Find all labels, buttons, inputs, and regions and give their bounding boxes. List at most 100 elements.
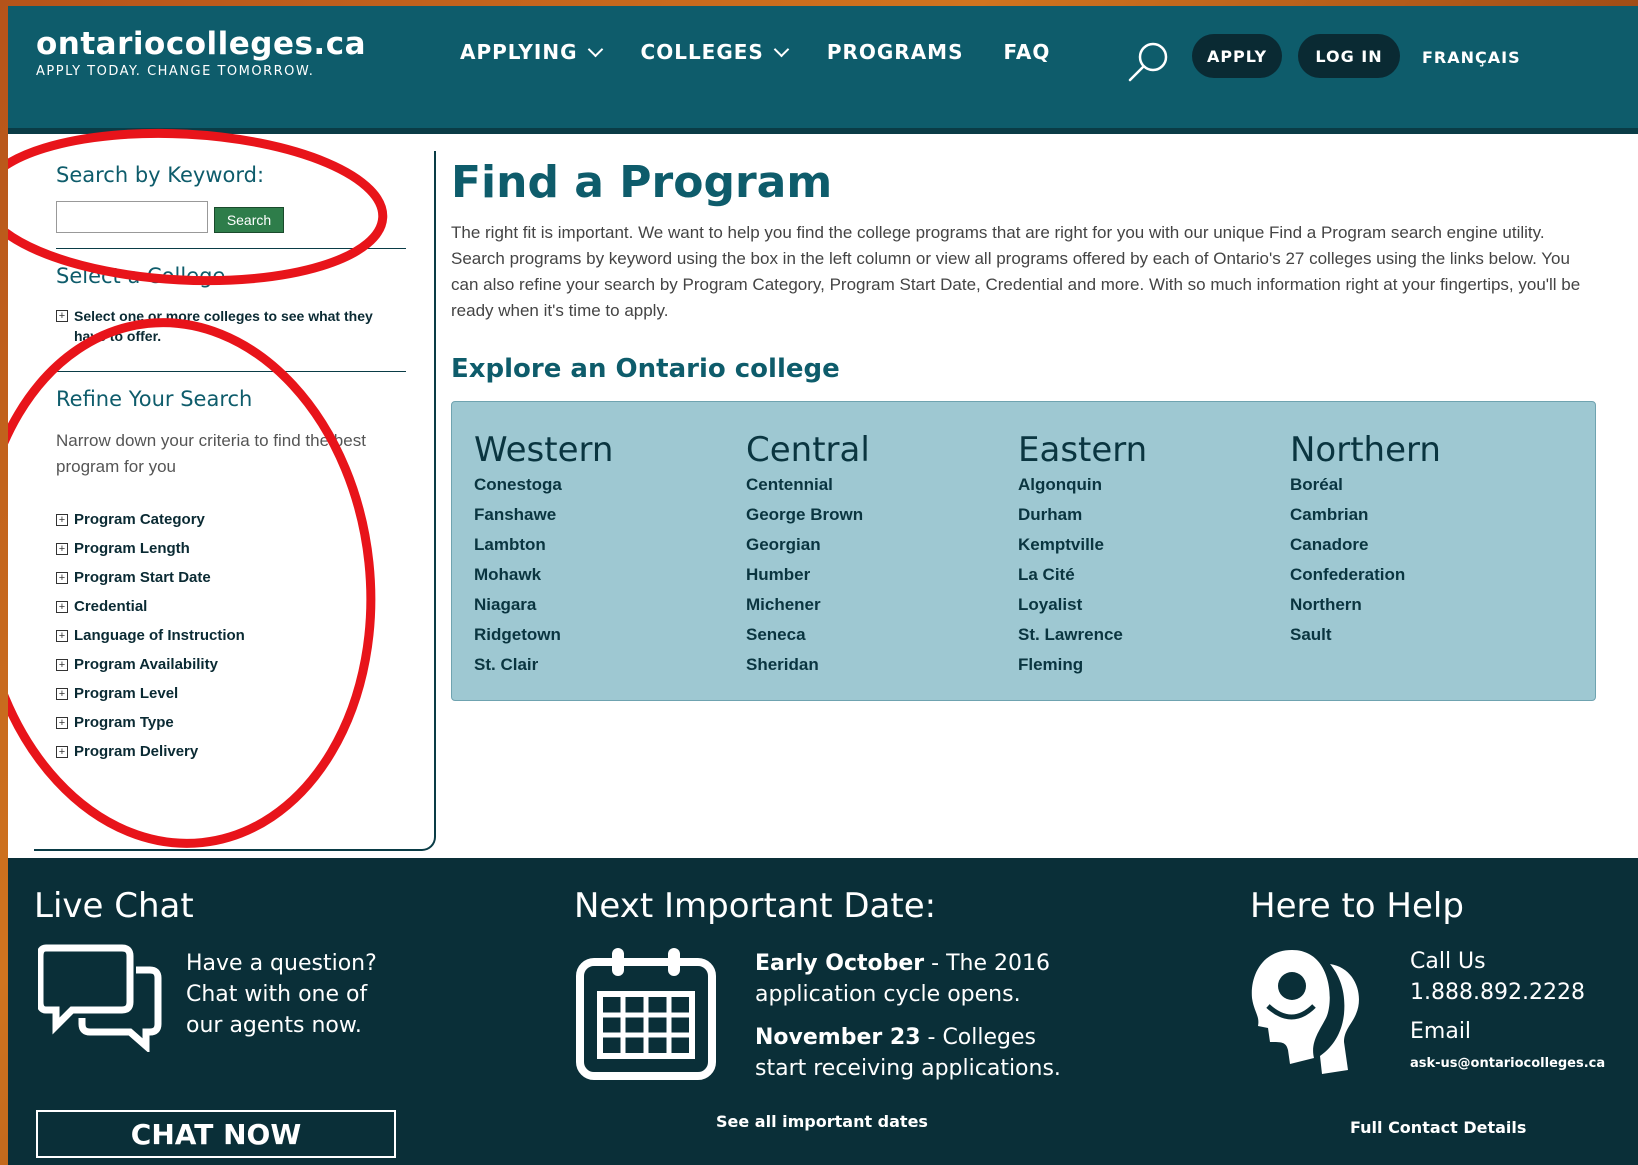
- filter-label: Program Start Date: [74, 569, 211, 586]
- see-all-dates-link[interactable]: See all important dates: [716, 1112, 928, 1131]
- college-link[interactable]: Cambrian: [1290, 500, 1562, 530]
- nav-programs[interactable]: PROGRAMS: [827, 40, 964, 64]
- region-panel: Western Conestoga Fanshawe Lambton Mohaw…: [451, 401, 1596, 701]
- filter-label: Program Availability: [74, 656, 218, 673]
- date-entry-1: Early October - The 2016 application cyc…: [755, 948, 1075, 1010]
- chat-now-button[interactable]: CHAT NOW: [36, 1110, 396, 1158]
- date-1-label: Early October: [755, 951, 925, 976]
- college-link[interactable]: Durham: [1018, 500, 1290, 530]
- site-footer: Live Chat Have a question? Chat with one…: [8, 858, 1638, 1165]
- college-link[interactable]: George Brown: [746, 500, 1018, 530]
- college-link[interactable]: Canadore: [1290, 530, 1562, 560]
- region-title: Northern: [1290, 430, 1441, 470]
- filter-program-start-date[interactable]: + Program Start Date: [56, 563, 245, 592]
- help-title: Here to Help: [1250, 886, 1464, 926]
- expand-icon: +: [56, 513, 68, 526]
- select-college-title: Select a College: [56, 264, 226, 288]
- college-link[interactable]: Ridgetown: [474, 620, 746, 650]
- expand-icon: +: [56, 658, 68, 671]
- filter-program-delivery[interactable]: + Program Delivery: [56, 737, 245, 766]
- college-link[interactable]: Niagara: [474, 590, 746, 620]
- phone-number[interactable]: 1.888.892.2228: [1410, 977, 1585, 1008]
- college-link[interactable]: Sheridan: [746, 650, 1018, 680]
- expand-icon: +: [56, 629, 68, 642]
- page-title: Find a Program: [451, 157, 833, 208]
- refine-search-title: Refine Your Search: [56, 387, 253, 411]
- nav-faq[interactable]: FAQ: [1004, 40, 1051, 64]
- region-eastern: Eastern Algonquin Durham Kemptville La C…: [1018, 430, 1290, 700]
- region-western: Western Conestoga Fanshawe Lambton Mohaw…: [474, 430, 746, 700]
- college-link[interactable]: Northern: [1290, 590, 1562, 620]
- keyword-input[interactable]: [56, 201, 208, 233]
- college-link[interactable]: Sault: [1290, 620, 1562, 650]
- call-us-label: Call Us: [1410, 949, 1486, 974]
- expand-icon: +: [56, 571, 68, 584]
- college-link[interactable]: Conestoga: [474, 470, 746, 500]
- page-intro: The right fit is important. We want to h…: [451, 223, 1581, 320]
- filter-label: Program Delivery: [74, 743, 199, 760]
- college-link[interactable]: Fleming: [1018, 650, 1290, 680]
- college-link[interactable]: Fanshawe: [474, 500, 746, 530]
- site-header: ontariocolleges.ca APPLY TODAY. CHANGE T…: [8, 6, 1638, 134]
- filter-program-availability[interactable]: + Program Availability: [56, 650, 245, 679]
- chat-description: Have a question? Chat with one of our ag…: [186, 951, 377, 1038]
- region-title: Central: [746, 430, 870, 470]
- logo-tagline: APPLY TODAY. CHANGE TOMORROW.: [36, 64, 315, 79]
- college-link[interactable]: Michener: [746, 590, 1018, 620]
- live-chat-title: Live Chat: [34, 886, 194, 926]
- college-link[interactable]: Georgian: [746, 530, 1018, 560]
- refine-search-subtitle: Narrow down your criteria to find the be…: [56, 431, 366, 476]
- region-central: Central Centennial George Brown Georgian…: [746, 430, 1018, 700]
- college-link[interactable]: Seneca: [746, 620, 1018, 650]
- site-logo[interactable]: ontariocolleges.ca APPLY TODAY. CHANGE T…: [36, 26, 366, 79]
- college-link[interactable]: St. Lawrence: [1018, 620, 1290, 650]
- filter-label: Credential: [74, 598, 148, 615]
- filter-credential[interactable]: + Credential: [56, 592, 245, 621]
- keyword-search-title: Search by Keyword:: [56, 163, 265, 187]
- college-link[interactable]: Mohawk: [474, 560, 746, 590]
- college-link[interactable]: Centennial: [746, 470, 1018, 500]
- chat-icon: [38, 944, 162, 1052]
- filter-program-level[interactable]: + Program Level: [56, 679, 245, 708]
- search-icon[interactable]: [1124, 38, 1172, 86]
- college-link[interactable]: Lambton: [474, 530, 746, 560]
- date-2-label: November 23: [755, 1025, 921, 1050]
- expand-icon: +: [56, 600, 68, 613]
- nav-applying[interactable]: APPLYING: [460, 40, 603, 64]
- filter-label: Program Level: [74, 685, 179, 702]
- filter-list: + Program Category + Program Length + Progr…: [56, 505, 245, 766]
- login-button[interactable]: LOG IN: [1298, 34, 1400, 78]
- language-toggle[interactable]: FRANÇAIS: [1422, 48, 1521, 67]
- college-link[interactable]: La Cité: [1018, 560, 1290, 590]
- email-address[interactable]: ask-us@ontariocolleges.ca: [1410, 1056, 1605, 1071]
- nav-applying-label: APPLYING: [460, 40, 578, 64]
- college-link[interactable]: Kemptville: [1018, 530, 1290, 560]
- chevron-down-icon: [773, 41, 790, 57]
- nav-colleges-label: COLLEGES: [640, 40, 764, 64]
- main-content: Find a Program The right fit is importan…: [451, 151, 1611, 701]
- divider: [56, 248, 406, 249]
- search-button[interactable]: Search: [214, 207, 284, 233]
- college-link[interactable]: Humber: [746, 560, 1018, 590]
- select-college-toggle[interactable]: + Select one or more colleges to see wha…: [56, 306, 396, 346]
- full-contact-link[interactable]: Full Contact Details: [1350, 1118, 1526, 1137]
- college-link[interactable]: Algonquin: [1018, 470, 1290, 500]
- divider: [56, 371, 406, 372]
- expand-icon: +: [56, 687, 68, 700]
- region-title: Western: [474, 430, 614, 470]
- filter-program-type[interactable]: + Program Type: [56, 708, 245, 737]
- email-label: Email: [1410, 1019, 1472, 1044]
- support-agent-icon: [1251, 950, 1359, 1074]
- nav-colleges[interactable]: COLLEGES: [640, 40, 790, 64]
- college-link[interactable]: Boréal: [1290, 470, 1562, 500]
- expand-icon: +: [56, 542, 68, 555]
- college-link[interactable]: St. Clair: [474, 650, 746, 680]
- filter-program-category[interactable]: + Program Category: [56, 505, 245, 534]
- filter-program-length[interactable]: + Program Length: [56, 534, 245, 563]
- filter-language-of-instruction[interactable]: + Language of Instruction: [56, 621, 245, 650]
- apply-button[interactable]: APPLY: [1192, 34, 1282, 78]
- college-link[interactable]: Confederation: [1290, 560, 1562, 590]
- college-link[interactable]: Loyalist: [1018, 590, 1290, 620]
- date-entry-2: November 23 - Colleges start receiving a…: [755, 1022, 1075, 1084]
- filter-label: Program Category: [74, 511, 205, 528]
